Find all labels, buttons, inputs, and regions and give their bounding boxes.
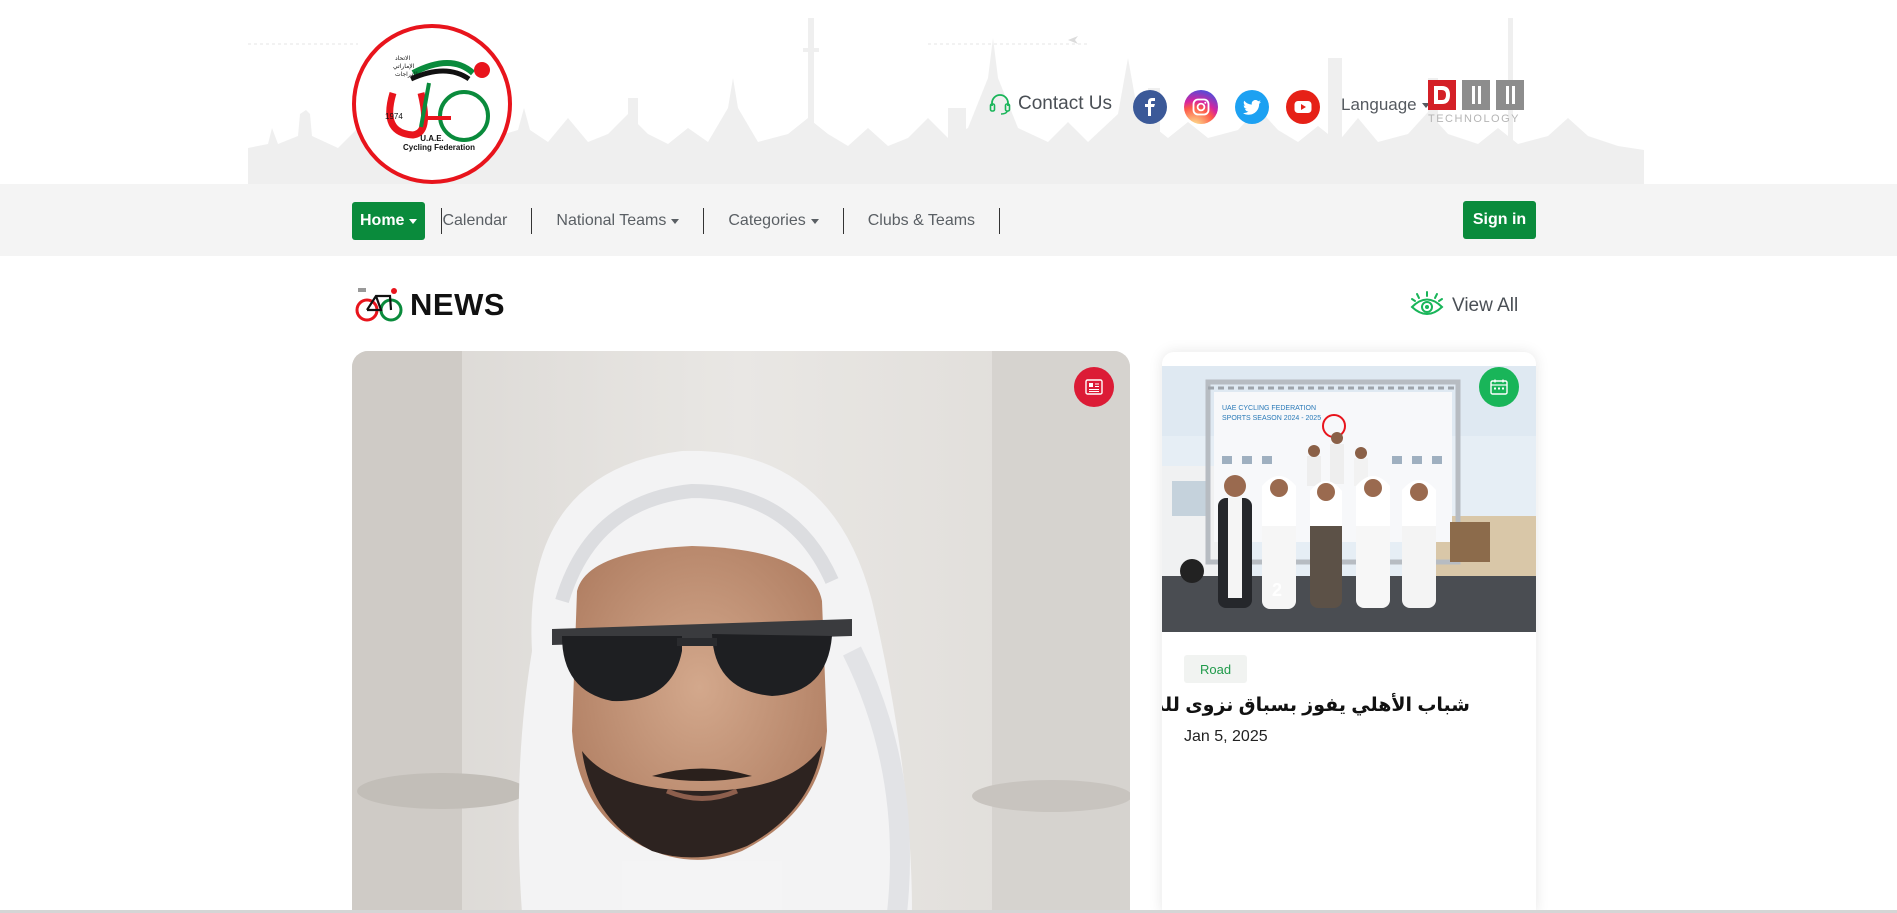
newspaper-icon <box>1085 379 1103 395</box>
contact-us-label: Contact Us <box>1018 93 1112 114</box>
eye-icon <box>1410 291 1444 315</box>
twitter-link[interactable] <box>1235 90 1269 124</box>
instagram-link[interactable] <box>1184 90 1218 124</box>
uae-cycling-federation-logo[interactable]: الاتحاد الإماراتي للدراجات 1974 U.A.E. C… <box>351 23 513 184</box>
featured-news-card[interactable] <box>352 351 1130 913</box>
photo-number: 2 <box>1272 580 1282 600</box>
news-card-date: Jan 5, 2025 <box>1184 728 1268 745</box>
news-card-title[interactable]: شباب الأهلي يفوز بسباق نزوى للدراجات <box>1162 694 1470 717</box>
nav-calendar-label: Calendar <box>442 212 508 229</box>
featured-news-photo <box>352 351 1130 913</box>
logo-year: 1974 <box>385 112 403 121</box>
news-category-badge[interactable] <box>1479 367 1519 407</box>
youtube-icon <box>1294 101 1312 113</box>
nav-categories[interactable]: Categories <box>704 202 842 240</box>
nav-menu: Home Calendar National Teams Categories … <box>352 202 1001 240</box>
chevron-down-icon <box>409 218 418 224</box>
logo-arabic-line: الاتحاد <box>395 55 410 62</box>
language-label: Language <box>1341 95 1417 114</box>
logo-text-uae: U.A.E. <box>420 134 444 143</box>
contact-us-link[interactable]: Contact Us <box>988 92 1112 116</box>
site-header: الاتحاد الإماراتي للدراجات 1974 U.A.E. C… <box>0 0 1897 184</box>
social-links <box>1133 90 1320 124</box>
nav-clubs-teams-label: Clubs & Teams <box>867 212 976 229</box>
chevron-down-icon <box>671 218 680 224</box>
view-all-link[interactable]: View All <box>1410 290 1518 322</box>
news-card-photo: UAE CYCLING FEDERATION SPORTS SEASON 202… <box>1162 366 1536 632</box>
youtube-link[interactable] <box>1286 90 1320 124</box>
category-tag[interactable]: Road <box>1184 655 1248 683</box>
nav-national-teams[interactable]: National Teams <box>532 202 703 240</box>
news-article-badge[interactable] <box>1074 367 1114 407</box>
nav-categories-label: Categories <box>728 212 806 229</box>
chevron-down-icon <box>810 218 819 224</box>
facebook-icon <box>1145 98 1155 116</box>
logo-arabic-line: للدراجات <box>395 71 418 78</box>
nav-clubs-teams[interactable]: Clubs & Teams <box>844 202 999 240</box>
facebook-link[interactable] <box>1133 90 1167 124</box>
logo-text-federation: Cycling Federation <box>403 143 475 152</box>
nav-national-teams-label: National Teams <box>556 212 667 229</box>
calendar-icon <box>1490 379 1508 395</box>
logo-arabic-line: الإماراتي <box>393 63 415 70</box>
nav-divider <box>999 208 1001 234</box>
news-section-heading: NEWS <box>354 286 505 324</box>
banner-text: SPORTS SEASON 2024 - 2025 <box>1222 415 1321 422</box>
instagram-icon <box>1192 98 1210 116</box>
partner-technology-logo[interactable]: TECHNOLOGY <box>1428 78 1528 126</box>
news-title: NEWS <box>410 287 505 322</box>
nav-home-label: Home <box>360 212 405 229</box>
view-all-label: View All <box>1452 295 1519 316</box>
bicycle-icon <box>355 288 403 322</box>
language-dropdown[interactable]: Language <box>1341 95 1430 115</box>
main-navbar: Home Calendar National Teams Categories … <box>0 184 1897 256</box>
nav-home[interactable]: Home <box>352 202 426 240</box>
twitter-icon <box>1243 99 1261 115</box>
sign-in-button[interactable]: Sign in <box>1463 201 1536 239</box>
partner-logo-text: TECHNOLOGY <box>1428 113 1520 125</box>
headset-icon <box>989 94 1011 115</box>
news-card[interactable]: UAE CYCLING FEDERATION SPORTS SEASON 202… <box>1162 352 1536 913</box>
banner-text: UAE CYCLING FEDERATION <box>1222 405 1316 412</box>
nav-calendar[interactable]: Calendar <box>442 202 531 240</box>
